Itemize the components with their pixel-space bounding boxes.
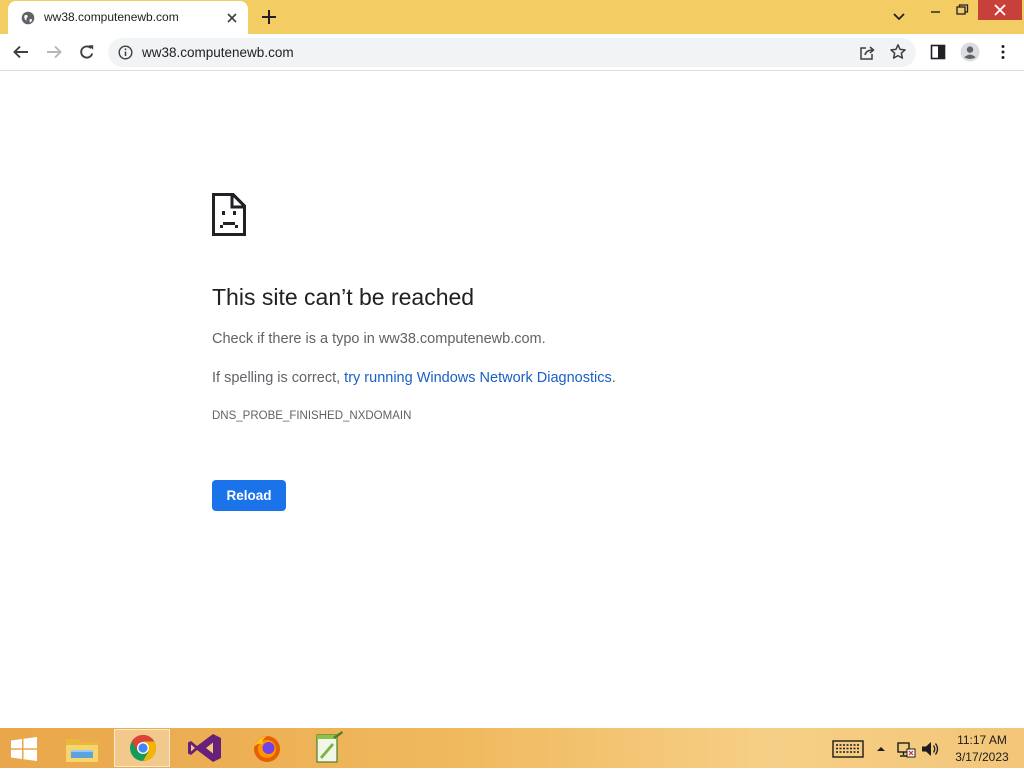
restore-icon[interactable] <box>954 3 970 17</box>
site-info-icon[interactable] <box>118 45 133 60</box>
back-icon[interactable] <box>12 43 30 61</box>
typo-message: Check if there is a typo in ww38.compute… <box>212 331 546 347</box>
forward-icon[interactable] <box>45 43 63 61</box>
file-explorer-icon <box>66 739 98 762</box>
new-tab-icon[interactable] <box>260 8 278 26</box>
chevron-up-icon[interactable] <box>876 744 886 754</box>
taskbar-file-explorer[interactable] <box>54 729 110 767</box>
taskbar-visual-studio[interactable] <box>177 729 233 767</box>
share-icon[interactable] <box>858 44 876 62</box>
side-panel-icon[interactable] <box>929 43 947 61</box>
taskbar: 11:17 AM 3/17/2023 <box>0 728 1024 768</box>
visual-studio-icon <box>188 734 221 762</box>
minimize-icon[interactable] <box>928 6 944 18</box>
spelling-message: If spelling is correct, try running Wind… <box>212 370 616 386</box>
chevron-down-icon[interactable] <box>890 9 908 25</box>
clock-date[interactable]: 3/17/2023 <box>950 750 1014 764</box>
bookmark-star-icon[interactable] <box>889 43 907 61</box>
close-window-button[interactable] <box>978 0 1022 20</box>
close-tab-icon[interactable] <box>224 10 240 26</box>
error-heading: This site can’t be reached <box>212 284 475 310</box>
volume-icon[interactable] <box>920 740 940 758</box>
error-page: This site can’t be reached Check if ther… <box>0 72 1024 728</box>
profile-avatar-icon[interactable] <box>960 42 980 62</box>
address-bar[interactable]: ww38.computenewb.com <box>108 38 916 67</box>
chrome-icon <box>130 734 157 761</box>
taskbar-notepad-plus-plus[interactable] <box>300 729 356 767</box>
spelling-suffix: . <box>611 370 616 386</box>
keyboard-icon[interactable] <box>832 739 864 759</box>
tab-title: ww38.computenewb.com <box>44 10 179 24</box>
spelling-prefix: If spelling is correct, <box>212 370 345 386</box>
globe-icon <box>21 11 35 25</box>
browser-tab[interactable]: ww38.computenewb.com <box>8 1 248 34</box>
network-icon[interactable] <box>896 740 916 758</box>
firefox-icon <box>254 736 280 762</box>
taskbar-chrome[interactable] <box>114 729 170 767</box>
notepad-plus-plus-icon <box>316 731 343 763</box>
reload-icon[interactable] <box>78 43 96 61</box>
close-icon <box>994 4 1006 16</box>
browser-toolbar: ww38.computenewb.com <box>0 34 1024 71</box>
sad-document-icon <box>212 193 246 236</box>
reload-button[interactable]: Reload <box>212 480 286 511</box>
network-diagnostics-link[interactable]: try running Windows Network Diagnostics <box>344 370 612 386</box>
taskbar-firefox[interactable] <box>239 729 295 767</box>
error-code: DNS_PROBE_FINISHED_NXDOMAIN <box>212 410 412 422</box>
url-text: ww38.computenewb.com <box>142 45 294 60</box>
more-menu-icon[interactable] <box>994 43 1012 61</box>
clock-time[interactable]: 11:17 AM <box>950 733 1014 747</box>
tab-strip: ww38.computenewb.com <box>0 0 1024 34</box>
windows-start-icon[interactable] <box>10 737 38 761</box>
